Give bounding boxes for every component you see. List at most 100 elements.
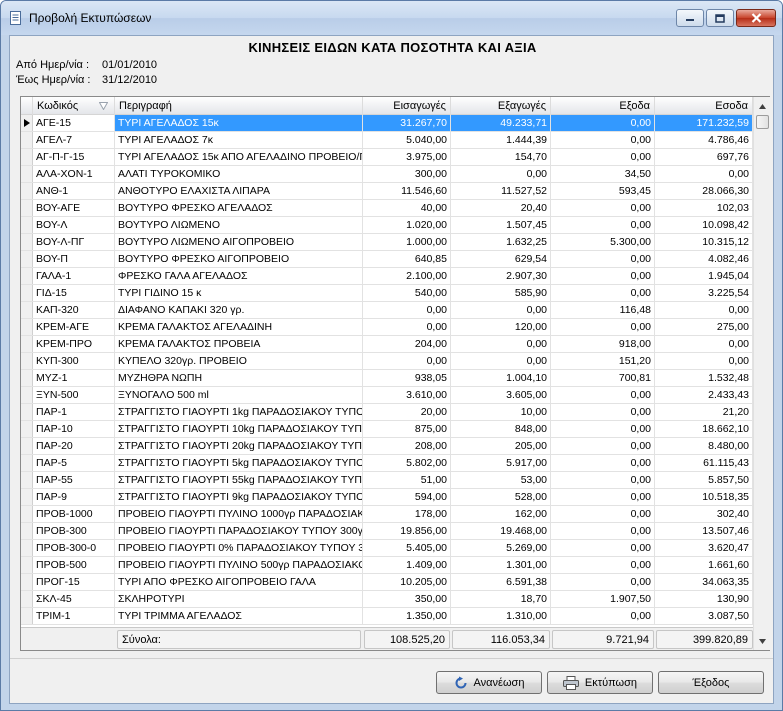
cell-revenue[interactable]: 3.225,54 xyxy=(655,285,753,301)
cell-expenses[interactable]: 34,50 xyxy=(551,166,655,182)
cell-imports[interactable]: 1.350,00 xyxy=(363,608,451,624)
cell-revenue[interactable]: 697,76 xyxy=(655,149,753,165)
cell-description[interactable]: ΣΚΛΗΡΟΤΥΡΙ xyxy=(115,591,363,607)
cell-exports[interactable]: 1.004,10 xyxy=(451,370,551,386)
table-row[interactable]: ΑΓΕΛ-7 ΤΥΡΙ ΑΓΕΛΑΔΟΣ 7κ 5.040,00 1.444,39 0,… xyxy=(21,132,753,149)
table-row[interactable]: ΠΡΟΓ-15 ΤΥΡΙ ΑΠΟ ΦΡΕΣΚΟ ΑΙΓΟΠΡΟΒΕΙΟ ΓΑΛΑ 1… xyxy=(21,574,753,591)
cell-description[interactable]: ΒΟΥΤΥΡΟ ΛΙΩΜΕΝΟ xyxy=(115,217,363,233)
cell-imports[interactable]: 3.610,00 xyxy=(363,387,451,403)
table-row[interactable]: ΠΡΟΒ-300-0 ΠΡΟΒΕΙΟ ΓΙΑΟΥΡΤΙ 0% ΠΑΡΑΔΟΣΙΑΚ… xyxy=(21,540,753,557)
cell-imports[interactable]: 350,00 xyxy=(363,591,451,607)
cell-exports[interactable]: 19.468,00 xyxy=(451,523,551,539)
cell-exports[interactable]: 1.507,45 xyxy=(451,217,551,233)
cell-description[interactable]: ΣΤΡΑΓΓΙΣΤΟ ΓΙΑΟΥΡΤΙ 20kg ΠΑΡΑΔΟΣΙΑΚΟΥ ΤΥ… xyxy=(115,438,363,454)
cell-imports[interactable]: 0,00 xyxy=(363,302,451,318)
row-indicator[interactable] xyxy=(21,540,33,556)
cell-exports[interactable]: 120,00 xyxy=(451,319,551,335)
cell-code[interactable]: ΚΑΠ-320 xyxy=(33,302,115,318)
header-description[interactable]: Περιγραφή xyxy=(115,97,363,115)
cell-expenses[interactable]: 0,00 xyxy=(551,149,655,165)
cell-code[interactable]: ΠΑΡ-55 xyxy=(33,472,115,488)
cell-imports[interactable]: 10.205,00 xyxy=(363,574,451,590)
cell-expenses[interactable]: 700,81 xyxy=(551,370,655,386)
cell-code[interactable]: ΒΟΥ-Λ xyxy=(33,217,115,233)
cell-exports[interactable]: 629,54 xyxy=(451,251,551,267)
cell-code[interactable]: ΓΙΔ-15 xyxy=(33,285,115,301)
data-grid[interactable]: Κωδικός Περιγραφή Εισαγωγές Εξαγωγές Εξο… xyxy=(20,96,770,651)
cell-revenue[interactable]: 28.066,30 xyxy=(655,183,753,199)
cell-description[interactable]: ΒΟΥΤΥΡΟ ΛΙΩΜΕΝΟ ΑΙΓΟΠΡΟΒΕΙΟ xyxy=(115,234,363,250)
cell-exports[interactable]: 205,00 xyxy=(451,438,551,454)
cell-revenue[interactable]: 10.315,12 xyxy=(655,234,753,250)
cell-code[interactable]: ΜΥΖ-1 xyxy=(33,370,115,386)
cell-exports[interactable]: 1.301,00 xyxy=(451,557,551,573)
cell-exports[interactable]: 585,90 xyxy=(451,285,551,301)
cell-expenses[interactable]: 0,00 xyxy=(551,574,655,590)
cell-revenue[interactable]: 34.063,35 xyxy=(655,574,753,590)
cell-imports[interactable]: 540,00 xyxy=(363,285,451,301)
cell-exports[interactable]: 10,00 xyxy=(451,404,551,420)
print-button[interactable]: Εκτύπωση xyxy=(547,671,653,694)
cell-expenses[interactable]: 0,00 xyxy=(551,217,655,233)
table-row[interactable]: ΠΑΡ-9 ΣΤΡΑΓΓΙΣΤΟ ΓΙΑΟΥΡΤΙ 9kg ΠΑΡΑΔΟΣΙΑΚΟ… xyxy=(21,489,753,506)
cell-revenue[interactable]: 102,03 xyxy=(655,200,753,216)
cell-imports[interactable]: 640,85 xyxy=(363,251,451,267)
cell-description[interactable]: ΤΥΡΙ ΑΓΕΛΑΔΟΣ 15κ xyxy=(115,115,363,131)
cell-revenue[interactable]: 0,00 xyxy=(655,302,753,318)
table-row[interactable]: ΤΡΙΜ-1 ΤΥΡΙ ΤΡΙΜΜΑ ΑΓΕΛΑΔΟΣ 1.350,00 1.310,… xyxy=(21,608,753,625)
cell-exports[interactable]: 0,00 xyxy=(451,302,551,318)
cell-imports[interactable]: 208,00 xyxy=(363,438,451,454)
row-indicator[interactable] xyxy=(21,574,33,590)
cell-imports[interactable]: 204,00 xyxy=(363,336,451,352)
cell-code[interactable]: ΚΥΠ-300 xyxy=(33,353,115,369)
cell-description[interactable]: ΣΤΡΑΓΓΙΣΤΟ ΓΙΑΟΥΡΤΙ 10kg ΠΑΡΑΔΟΣΙΑΚΟΥ ΤΥ… xyxy=(115,421,363,437)
cell-exports[interactable]: 53,00 xyxy=(451,472,551,488)
cell-revenue[interactable]: 275,00 xyxy=(655,319,753,335)
cell-code[interactable]: ΠΑΡ-10 xyxy=(33,421,115,437)
cell-exports[interactable]: 1.444,39 xyxy=(451,132,551,148)
row-indicator[interactable] xyxy=(21,387,33,403)
cell-expenses[interactable]: 0,00 xyxy=(551,540,655,556)
cell-revenue[interactable]: 2.433,43 xyxy=(655,387,753,403)
cell-description[interactable]: ΑΛΑΤΙ ΤΥΡΟΚΟΜΙΚΟ xyxy=(115,166,363,182)
cell-revenue[interactable]: 3.087,50 xyxy=(655,608,753,624)
table-row[interactable]: ΒΟΥ-Λ ΒΟΥΤΥΡΟ ΛΙΩΜΕΝΟ 1.020,00 1.507,45 0,00… xyxy=(21,217,753,234)
cell-revenue[interactable]: 171.232,59 xyxy=(655,115,753,131)
cell-revenue[interactable]: 10.098,42 xyxy=(655,217,753,233)
cell-code[interactable]: ΑΓΕΛ-7 xyxy=(33,132,115,148)
cell-expenses[interactable]: 0,00 xyxy=(551,285,655,301)
cell-revenue[interactable]: 21,20 xyxy=(655,404,753,420)
cell-code[interactable]: ΠΑΡ-1 xyxy=(33,404,115,420)
cell-code[interactable]: ΚΡΕΜ-ΑΓΕ xyxy=(33,319,115,335)
cell-imports[interactable]: 5.040,00 xyxy=(363,132,451,148)
cell-code[interactable]: ΤΡΙΜ-1 xyxy=(33,608,115,624)
cell-imports[interactable]: 0,00 xyxy=(363,353,451,369)
cell-revenue[interactable]: 4.786,46 xyxy=(655,132,753,148)
cell-revenue[interactable]: 1.532,48 xyxy=(655,370,753,386)
cell-expenses[interactable]: 0,00 xyxy=(551,387,655,403)
table-row[interactable]: ΑΓΕ-15 ΤΥΡΙ ΑΓΕΛΑΔΟΣ 15κ 31.267,70 49.233,7… xyxy=(21,115,753,132)
cell-description[interactable]: ΣΤΡΑΓΓΙΣΤΟ ΓΙΑΟΥΡΤΙ 55kg ΠΑΡΑΔΟΣΙΑΚΟΥ ΤΥ… xyxy=(115,472,363,488)
maximize-button[interactable] xyxy=(706,9,734,27)
row-indicator[interactable] xyxy=(21,370,33,386)
cell-exports[interactable]: 0,00 xyxy=(451,336,551,352)
cell-description[interactable]: ΤΥΡΙ ΑΠΟ ΦΡΕΣΚΟ ΑΙΓΟΠΡΟΒΕΙΟ ΓΑΛΑ xyxy=(115,574,363,590)
cell-expenses[interactable]: 1.907,50 xyxy=(551,591,655,607)
cell-imports[interactable]: 3.975,00 xyxy=(363,149,451,165)
cell-expenses[interactable]: 0,00 xyxy=(551,523,655,539)
cell-imports[interactable]: 1.000,00 xyxy=(363,234,451,250)
row-indicator[interactable] xyxy=(21,353,33,369)
cell-exports[interactable]: 162,00 xyxy=(451,506,551,522)
row-indicator[interactable] xyxy=(21,115,33,131)
cell-revenue[interactable]: 13.507,46 xyxy=(655,523,753,539)
cell-expenses[interactable]: 0,00 xyxy=(551,200,655,216)
cell-revenue[interactable]: 130,90 xyxy=(655,591,753,607)
row-indicator[interactable] xyxy=(21,319,33,335)
scroll-thumb[interactable] xyxy=(756,115,769,129)
cell-imports[interactable]: 875,00 xyxy=(363,421,451,437)
cell-exports[interactable]: 18,70 xyxy=(451,591,551,607)
table-row[interactable]: ΠΡΟΒ-300 ΠΡΟΒΕΙΟ ΓΙΑΟΥΡΤΙ ΠΑΡΑΔΟΣΙΑΚΟΥ ΤΥ… xyxy=(21,523,753,540)
cell-exports[interactable]: 5.269,00 xyxy=(451,540,551,556)
cell-description[interactable]: ΜΥΖΗΘΡΑ ΝΩΠΗ xyxy=(115,370,363,386)
cell-code[interactable]: ΞΥΝ-500 xyxy=(33,387,115,403)
